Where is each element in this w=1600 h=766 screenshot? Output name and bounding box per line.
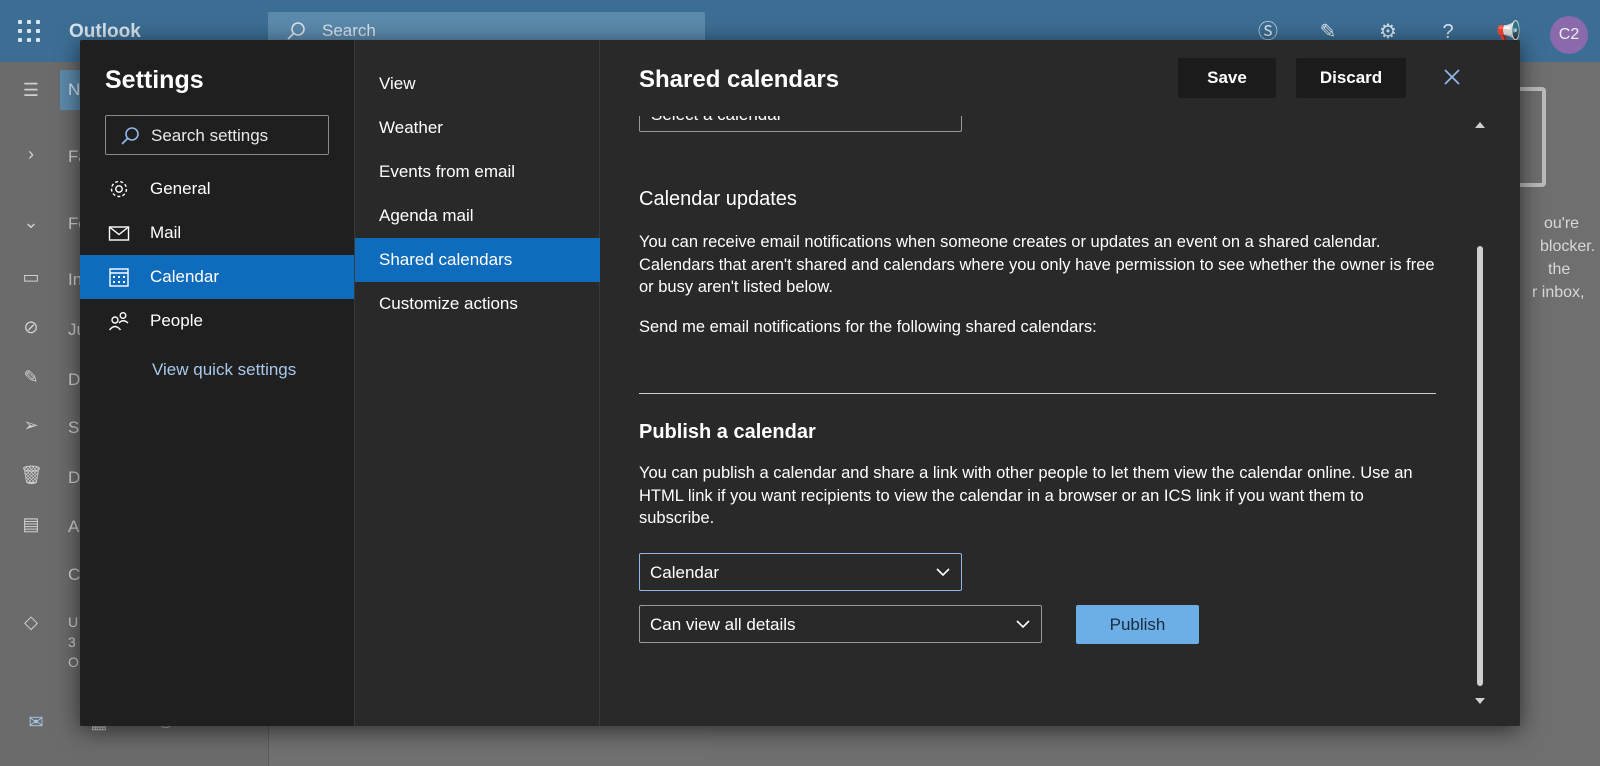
reading-pane-text: blocker. — [1540, 238, 1596, 255]
inbox-icon[interactable]: ▭ — [20, 267, 42, 289]
app-launcher-icon[interactable] — [18, 20, 40, 42]
notify-text: Send me email notifications for the foll… — [639, 318, 1097, 336]
scroll-up-icon[interactable] — [1475, 122, 1485, 128]
people-icon — [108, 312, 129, 331]
scroll-down-icon[interactable] — [1475, 698, 1485, 704]
reading-pane-text: r inbox, — [1532, 284, 1585, 301]
gear-icon — [110, 180, 128, 198]
calendar-select[interactable]: Calendar — [639, 553, 962, 591]
permission-select-value: Can view all details — [650, 615, 796, 634]
chevron-down-icon[interactable]: ⌄ — [20, 212, 42, 234]
calendar-updates-heading: Calendar updates — [639, 188, 797, 210]
publish-button[interactable]: Publish — [1076, 605, 1199, 644]
mail-icon — [108, 226, 130, 241]
drafts-icon[interactable]: ✎ — [20, 367, 42, 389]
reading-pane-text: the — [1548, 261, 1571, 278]
select-calendar-value: Select a calendar — [651, 116, 782, 125]
calendar-updates-description: You can receive email notifications when… — [639, 233, 1435, 296]
chevron-down-icon — [936, 568, 950, 577]
subcategory-customize-actions[interactable]: Customize actions — [355, 282, 600, 326]
category-label: People — [150, 311, 203, 330]
subcategory-weather[interactable]: Weather — [355, 106, 600, 150]
archive-icon[interactable]: ▤ — [20, 514, 42, 536]
scrollbar-thumb[interactable] — [1477, 246, 1483, 686]
scrollbar[interactable] — [1474, 116, 1486, 724]
subcategory-label: Agenda mail — [379, 206, 474, 225]
subcategory-view[interactable]: View — [355, 62, 600, 106]
subcategory-events-from-email[interactable]: Events from email — [355, 150, 600, 194]
search-icon — [287, 22, 305, 40]
reading-pane-text: ou're — [1544, 215, 1580, 232]
content-scroll-area[interactable]: Select a calendar Calendar updates You c… — [601, 116, 1501, 726]
diamond-icon: ◇ — [24, 612, 38, 632]
close-icon[interactable] — [1441, 66, 1463, 88]
rail-text: D — [68, 468, 81, 487]
settings-categories-panel: Settings Search settings General Mail Ca… — [80, 40, 354, 726]
publish-description: You can publish a calendar and share a l… — [639, 464, 1413, 527]
subcategory-label: View — [379, 74, 416, 93]
rail-text: D — [68, 370, 81, 389]
section-divider — [639, 393, 1436, 394]
settings-content-pane: Shared calendars Save Discard Select a c… — [601, 40, 1520, 726]
select-calendar-dropdown[interactable]: Select a calendar — [639, 116, 962, 132]
search-icon — [121, 127, 139, 145]
discard-button[interactable]: Discard — [1296, 58, 1406, 98]
avatar[interactable]: C2 — [1550, 16, 1588, 54]
save-button[interactable]: Save — [1178, 58, 1276, 98]
search-settings-input[interactable]: Search settings — [105, 115, 329, 155]
rail-text: O — [68, 654, 79, 670]
permission-select[interactable]: Can view all details — [639, 605, 1042, 643]
calendar-icon — [109, 268, 129, 287]
junk-icon[interactable]: ⊘ — [20, 317, 42, 339]
subcategory-label: Events from email — [379, 162, 516, 181]
settings-dialog: Settings Search settings General Mail Ca… — [80, 40, 1520, 726]
settings-title: Settings — [105, 66, 204, 94]
category-mail[interactable]: Mail — [80, 211, 354, 255]
view-quick-settings-link[interactable]: View quick settings — [152, 360, 296, 380]
category-label: General — [150, 179, 211, 198]
settings-subcategories-panel: View Weather Events from email Agenda ma… — [354, 40, 600, 726]
pane-title: Shared calendars — [639, 66, 840, 93]
rail-text: C — [68, 565, 81, 584]
chevron-right-icon[interactable]: › — [20, 144, 42, 166]
category-people[interactable]: People — [80, 299, 354, 343]
subcategory-label: Shared calendars — [379, 250, 513, 269]
category-label: Calendar — [150, 267, 219, 286]
category-general[interactable]: General — [80, 167, 354, 211]
hamburger-icon[interactable]: ☰ — [20, 80, 42, 102]
subcategory-label: Weather — [379, 118, 443, 137]
category-calendar[interactable]: Calendar — [80, 255, 354, 299]
mail-icon[interactable]: ✉ — [25, 712, 47, 734]
category-label: Mail — [150, 223, 182, 242]
search-settings-placeholder: Search settings — [151, 126, 269, 145]
trash-icon[interactable]: 🗑 — [20, 465, 43, 487]
subcategory-label: Customize actions — [379, 294, 518, 313]
rail-text: 3 — [68, 634, 76, 650]
publish-heading: Publish a calendar — [639, 421, 816, 443]
global-search-placeholder: Search — [322, 21, 376, 40]
rail-text: A — [68, 517, 80, 536]
calendar-select-value: Calendar — [650, 563, 719, 582]
chevron-down-icon — [1016, 620, 1030, 629]
sent-icon[interactable]: ➢ — [20, 415, 42, 437]
subcategory-agenda-mail[interactable]: Agenda mail — [355, 194, 600, 238]
rail-text: U — [68, 614, 79, 630]
subcategory-shared-calendars[interactable]: Shared calendars — [355, 238, 600, 282]
